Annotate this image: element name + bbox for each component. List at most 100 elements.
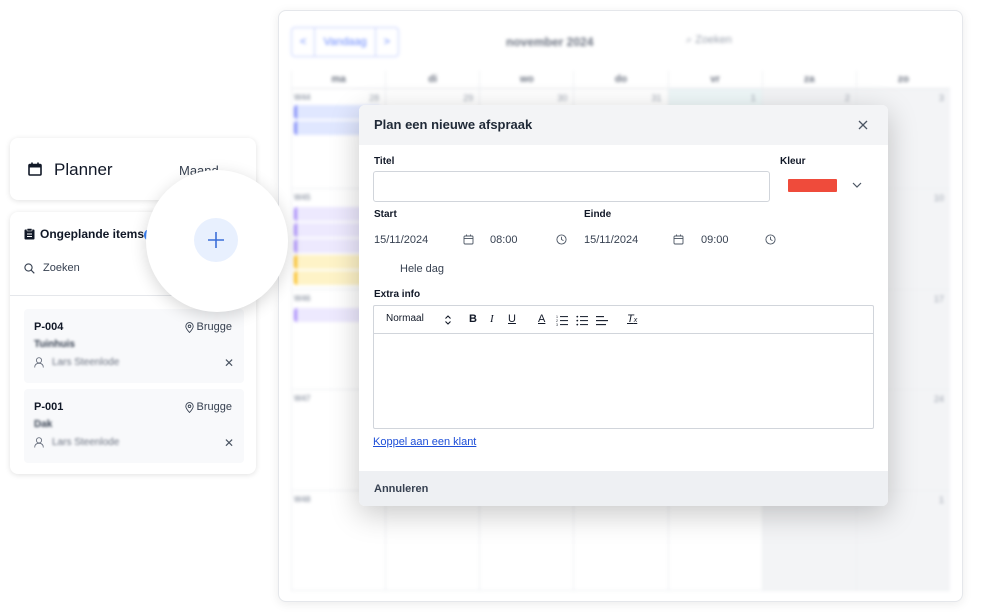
search-icon bbox=[24, 262, 35, 274]
start-time-field[interactable]: 08:00 bbox=[490, 234, 518, 246]
calendar-icon[interactable] bbox=[673, 234, 684, 245]
today-button[interactable]: Vandaag bbox=[314, 28, 374, 56]
weekday-label: zo bbox=[855, 71, 950, 89]
user-icon bbox=[34, 437, 44, 448]
location-pin-icon bbox=[184, 401, 194, 413]
day-number: 2 bbox=[844, 93, 850, 103]
dialog-footer: Annuleren bbox=[359, 471, 888, 506]
close-icon[interactable] bbox=[856, 118, 870, 132]
clipboard-icon bbox=[24, 228, 35, 240]
svg-text:3: 3 bbox=[556, 323, 558, 326]
assignee-name: Lars Steenlode bbox=[52, 357, 120, 368]
clear-format-icon[interactable]: Tx bbox=[627, 313, 637, 325]
start-label: Start bbox=[374, 209, 397, 220]
user-icon bbox=[34, 357, 44, 368]
item-location-label: Brugge bbox=[196, 401, 232, 413]
day-number: 3 bbox=[938, 93, 944, 103]
weekday-label: wo bbox=[479, 71, 573, 89]
plus-icon bbox=[208, 232, 224, 248]
day-number: 30 bbox=[557, 93, 568, 103]
planner-title: Planner bbox=[54, 160, 113, 179]
day-number: 29 bbox=[463, 93, 474, 103]
weekday-label: do bbox=[573, 71, 667, 89]
weekday-label: za bbox=[761, 71, 856, 89]
end-label: Einde bbox=[584, 209, 612, 220]
weekday-label: di bbox=[385, 71, 479, 89]
item-code: P-001 bbox=[34, 401, 64, 413]
location-pin-icon bbox=[184, 321, 194, 333]
dialog-header: Plan een nieuwe afspraak bbox=[359, 105, 888, 145]
week-number: W46 bbox=[294, 293, 311, 303]
day-number: 24 bbox=[933, 394, 944, 405]
calendar-search[interactable]: ⌕ Zoeken bbox=[686, 34, 732, 47]
color-swatch[interactable] bbox=[788, 179, 837, 192]
cancel-button[interactable]: Annuleren bbox=[374, 483, 428, 495]
title-label: Titel bbox=[374, 156, 395, 167]
item-name: Dak bbox=[34, 419, 53, 430]
align-icon[interactable] bbox=[596, 314, 608, 326]
calendar-search-placeholder: Zoeken bbox=[695, 34, 732, 46]
item-location: Brugge bbox=[184, 401, 232, 413]
weekday-label: ma bbox=[291, 71, 385, 89]
format-select[interactable]: Normaal bbox=[386, 313, 424, 324]
text-color-icon[interactable]: A bbox=[538, 313, 545, 325]
calendar-month-title: november 2024 bbox=[506, 35, 594, 49]
bold-icon[interactable]: B bbox=[469, 313, 477, 325]
item-assignee: Lars Steenlode bbox=[34, 437, 119, 448]
all-day-toggle[interactable]: Hele dag bbox=[400, 263, 444, 275]
rich-text-editor: Normaal B I U A 1 2 3 Tx bbox=[373, 305, 874, 429]
item-location: Brugge bbox=[184, 321, 232, 333]
unplanned-item[interactable]: P-004 Brugge Tuinhuis Lars Steenlode ✕ bbox=[24, 309, 244, 383]
week-number: W48 bbox=[294, 494, 311, 504]
clock-icon[interactable] bbox=[765, 234, 776, 245]
new-appointment-dialog: Plan een nieuwe afspraak Titel Kleur Sta… bbox=[359, 105, 888, 506]
calendar-icon[interactable] bbox=[463, 234, 474, 245]
weekday-label: vr bbox=[667, 71, 762, 89]
unplanned-item[interactable]: P-001 Brugge Dak Lars Steenlode ✕ bbox=[24, 389, 244, 463]
link-customer[interactable]: Koppel aan een klant bbox=[373, 436, 476, 448]
unplanned-search-placeholder: Zoeken bbox=[43, 262, 80, 274]
unplanned-search[interactable]: Zoeken bbox=[24, 262, 80, 274]
day-number: 31 bbox=[651, 93, 662, 103]
week-number: W45 bbox=[294, 193, 311, 203]
italic-icon[interactable]: I bbox=[490, 313, 494, 325]
extra-info-label: Extra info bbox=[374, 289, 421, 300]
underline-icon[interactable]: U bbox=[508, 313, 516, 325]
magnifier-highlight bbox=[146, 170, 288, 312]
add-appointment-button[interactable] bbox=[194, 218, 238, 262]
day-number: 1 bbox=[750, 93, 756, 103]
end-date-field[interactable]: 15/11/2024 bbox=[584, 234, 638, 246]
title-input[interactable] bbox=[373, 171, 770, 202]
end-time-field[interactable]: 09:00 bbox=[701, 234, 729, 246]
next-button[interactable]: > bbox=[374, 28, 398, 56]
dialog-title: Plan een nieuwe afspraak bbox=[374, 117, 533, 132]
calendar-weekday-header: ma di wo do vr za zo bbox=[291, 71, 950, 89]
week-number: W47 bbox=[294, 394, 311, 404]
calendar-nav: < Vandaag > bbox=[291, 27, 400, 57]
editor-toolbar: Normaal B I U A 1 2 3 Tx bbox=[374, 306, 873, 334]
ordered-list-icon[interactable]: 1 2 3 bbox=[556, 314, 568, 326]
assignee-name: Lars Steenlode bbox=[52, 437, 120, 448]
search-icon: ⌕ bbox=[686, 34, 693, 46]
day-number: 17 bbox=[933, 293, 944, 304]
clock-icon[interactable] bbox=[556, 234, 567, 245]
day-number: 1 bbox=[938, 494, 944, 505]
item-location-label: Brugge bbox=[196, 321, 232, 333]
close-icon[interactable]: ✕ bbox=[224, 436, 234, 450]
item-name: Tuinhuis bbox=[34, 339, 75, 350]
prev-button[interactable]: < bbox=[292, 28, 314, 56]
unplanned-items-header: Ongeplande items bbox=[24, 227, 144, 241]
item-assignee: Lars Steenlode bbox=[34, 357, 119, 368]
color-label: Kleur bbox=[780, 156, 806, 167]
bullet-list-icon[interactable] bbox=[576, 314, 588, 326]
week-number: W44 bbox=[294, 93, 311, 102]
chevron-down-icon[interactable] bbox=[851, 180, 863, 190]
select-arrows-icon[interactable] bbox=[442, 314, 454, 326]
day-number: 28 bbox=[369, 93, 380, 103]
close-icon[interactable]: ✕ bbox=[224, 356, 234, 370]
start-date-field[interactable]: 15/11/2024 bbox=[374, 234, 428, 246]
calendar-icon bbox=[28, 162, 42, 176]
item-code: P-004 bbox=[34, 321, 64, 333]
day-number: 10 bbox=[933, 193, 944, 204]
unplanned-items-title: Ongeplande items bbox=[40, 227, 145, 241]
